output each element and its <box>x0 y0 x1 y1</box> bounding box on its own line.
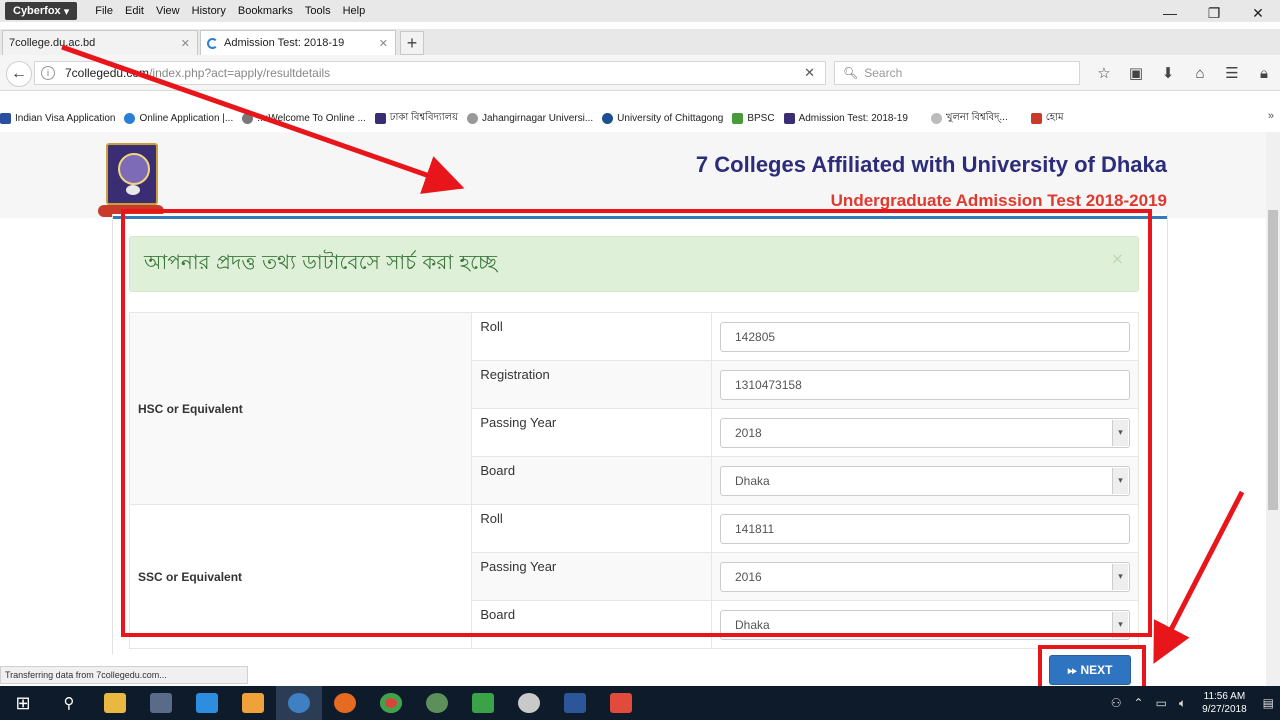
windows-taskbar: ⊞ ⚲ ⚇ ⌃ ▭ 🔈︎ 11:56 AM 9/27/2018 ▤ <box>0 686 1280 720</box>
app-icon[interactable] <box>506 686 552 720</box>
network-icon[interactable]: ▭ <box>1156 696 1167 710</box>
volume-icon[interactable]: 🔈︎ <box>1179 696 1186 711</box>
clock[interactable]: 11:56 AM 9/27/2018 <box>1202 690 1247 716</box>
clock-time: 11:56 AM <box>1203 691 1246 702</box>
windows-start-icon[interactable]: ⊞ <box>0 686 46 720</box>
search-icon[interactable]: ⚲ <box>46 686 92 720</box>
recorder-icon[interactable] <box>598 686 644 720</box>
word-icon[interactable] <box>552 686 598 720</box>
app-icon[interactable] <box>230 686 276 720</box>
clock-date: 9/27/2018 <box>1202 704 1247 715</box>
system-tray: ⚇ ⌃ ▭ 🔈︎ 11:56 AM 9/27/2018 ▤ <box>1105 686 1280 720</box>
arrow-to-next <box>1153 490 1245 664</box>
notification-icon[interactable]: ▤ <box>1263 696 1274 710</box>
arrow-to-form <box>61 44 465 194</box>
file-explorer-icon[interactable] <box>92 686 138 720</box>
people-icon[interactable]: ⚇ <box>1111 696 1122 710</box>
camtasia-icon[interactable] <box>460 686 506 720</box>
chevron-up-icon[interactable]: ⌃ <box>1134 696 1144 710</box>
app-icon[interactable] <box>138 686 184 720</box>
app-icon[interactable] <box>184 686 230 720</box>
chrome-icon[interactable] <box>368 686 414 720</box>
cyberfox-icon[interactable] <box>276 686 322 720</box>
firefox-icon[interactable] <box>322 686 368 720</box>
annotation-arrows <box>61 44 1245 664</box>
app-icon[interactable] <box>414 686 460 720</box>
